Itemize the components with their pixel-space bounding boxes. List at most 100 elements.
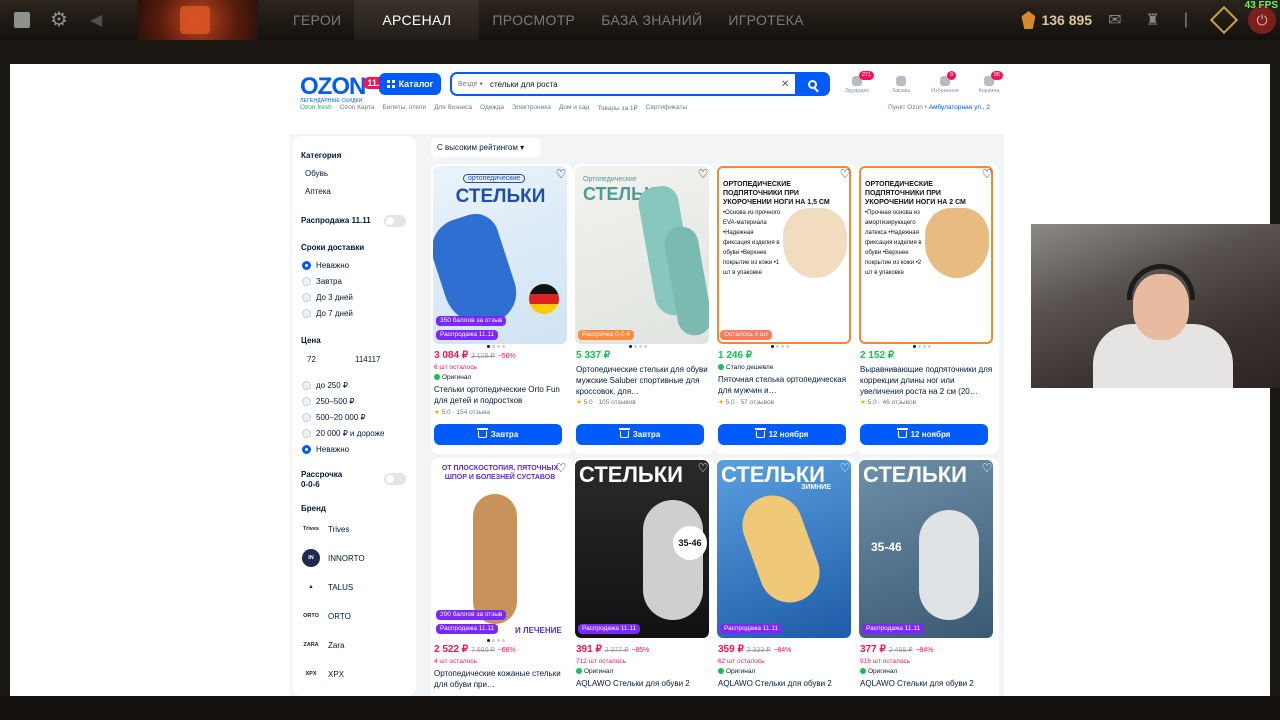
- price-from-input[interactable]: 72: [302, 350, 352, 370]
- cart-action[interactable]: 95 Корзина: [972, 71, 1006, 94]
- product-card[interactable]: СТЕЛЬКИ ЗИМНИЕ ♡ Распродажа 11.11 359 ₽ …: [715, 458, 857, 696]
- product-name[interactable]: AQLAWO Стельки для обуви 2: [718, 678, 852, 689]
- subnav-electronics[interactable]: Электроника: [512, 104, 551, 112]
- nav-watch[interactable]: ПРОСМОТР: [479, 0, 588, 40]
- product-card[interactable]: СТЕЛЬКИ 35-46 ♡ Распродажа 11.11 377 ₽ 2…: [857, 458, 999, 696]
- back-arrow-icon[interactable]: ◀: [90, 10, 102, 30]
- orto-logo: ORTO: [303, 613, 319, 619]
- sale-chip: Распродажа 11.11: [436, 330, 499, 340]
- price-range-2[interactable]: 250–500 ₽: [292, 397, 354, 407]
- clear-icon[interactable]: ✕: [781, 79, 795, 90]
- product-card[interactable]: ОРТОПЕДИЧЕСКИЕ ПОДПЯТОЧНИКИ ПРИ УКОРОЧЕН…: [857, 164, 999, 454]
- installment-toggle[interactable]: [384, 473, 406, 485]
- delivery-7-days[interactable]: До 7 дней: [292, 309, 353, 319]
- subnav-clothes[interactable]: Одежда: [480, 104, 504, 112]
- profile-action[interactable]: 271 Эдуардас: [840, 71, 875, 94]
- gear-icon[interactable]: ⚙: [50, 10, 70, 30]
- product-name[interactable]: AQLAWO Стельки для обуви 2: [860, 678, 994, 689]
- mail-icon[interactable]: ✉: [1108, 10, 1121, 30]
- sort-dropdown[interactable]: С высоким рейтингом ▾: [431, 138, 541, 157]
- price-range-4[interactable]: 20 000 ₽ и дороже: [292, 429, 384, 439]
- search-bar: Везде ▾ ✕: [450, 72, 830, 96]
- add-to-cart-button[interactable]: Завтра: [434, 424, 562, 445]
- price-range-1[interactable]: до 250 ₽: [292, 381, 348, 391]
- subnav-card[interactable]: Ozon Карта: [340, 104, 375, 112]
- check-icon: [434, 374, 440, 380]
- subnav-certificates[interactable]: Сертификаты: [646, 104, 687, 112]
- nav-heroes[interactable]: ГЕРОИ: [280, 0, 354, 40]
- ozon-header: OZON11.11 ЛЕГЕНДАРНЫЕ СКИДКИ Каталог Вез…: [300, 69, 1004, 125]
- brand-orto[interactable]: ORTO ORTO: [302, 607, 351, 625]
- dota-plus-icon[interactable]: [1209, 5, 1239, 35]
- original-tag: Оригинал: [434, 374, 471, 381]
- pickup-point[interactable]: Пункт Ozon • Амбулаторная ул., 2: [888, 104, 990, 111]
- delivery-any[interactable]: Неважно: [292, 261, 349, 271]
- nav-armory[interactable]: АРСЕНАЛ: [354, 0, 480, 40]
- favorite-heart-icon[interactable]: ♡: [839, 462, 851, 474]
- category-pharmacy[interactable]: Аптека: [292, 187, 331, 196]
- product-name[interactable]: Выравнивающие подпяточники для коррекции…: [860, 364, 994, 397]
- subnav-one-ruble[interactable]: Товары за 1₽: [597, 104, 637, 112]
- nav-learn[interactable]: БАЗА ЗНАНИЙ: [588, 0, 715, 40]
- dagger-icon[interactable]: ♜: [1146, 10, 1160, 30]
- favorite-heart-icon[interactable]: ♡: [697, 168, 709, 180]
- brand-talus[interactable]: ▲ TALUS: [302, 578, 353, 596]
- favorite-heart-icon[interactable]: ♡: [981, 168, 993, 180]
- price-to-input[interactable]: 114117: [350, 350, 400, 370]
- brand-xpx[interactable]: XPX XPX: [302, 665, 344, 683]
- product-image[interactable]: ОРТОПЕДИЧЕСКИЕ ПОДПЯТОЧНИКИ ПРИ УКОРОЧЕН…: [859, 166, 993, 344]
- product-name[interactable]: AQLAWO Стельки для обуви 2: [576, 678, 710, 689]
- subnav-tickets[interactable]: Билеты, отели: [383, 104, 427, 112]
- star-icon: ★: [718, 399, 724, 406]
- product-name[interactable]: Ортопедические стельки для обуви мужские…: [576, 364, 710, 397]
- product-name[interactable]: Стельки ортопедические Orto Fun для дете…: [434, 384, 568, 406]
- price-range-any[interactable]: Неважно: [292, 445, 349, 455]
- search-button[interactable]: [795, 73, 829, 95]
- dota-logo-icon[interactable]: [14, 12, 30, 28]
- check-icon: [860, 668, 866, 674]
- product-image[interactable]: СТЕЛЬКИ 35-46: [575, 460, 709, 638]
- brand-zara[interactable]: ZARA Zara: [302, 636, 344, 654]
- favorite-heart-icon[interactable]: ♡: [981, 462, 993, 474]
- product-image[interactable]: СТЕЛЬКИ 35-46: [859, 460, 993, 638]
- product-image[interactable]: СТЕЛЬКИ ЗИМНИЕ: [717, 460, 851, 638]
- favorites-action[interactable]: 9 Избранное: [928, 71, 962, 94]
- orders-action[interactable]: Заказы: [884, 71, 918, 94]
- subnav-business[interactable]: Для бизнеса: [434, 104, 472, 112]
- product-name[interactable]: Пяточная стелька ортопедическая для мужч…: [718, 374, 852, 396]
- search-scope-select[interactable]: Везде ▾: [452, 80, 490, 88]
- add-to-cart-button[interactable]: 12 ноября: [718, 424, 846, 445]
- favorite-heart-icon[interactable]: ♡: [555, 462, 567, 474]
- product-rating: ★ 5.0 · 57 отзывов: [718, 399, 775, 406]
- product-image[interactable]: ОРТОПЕДИЧЕСКИЕ ПОДПЯТОЧНИКИ ПРИ УКОРОЧЕН…: [717, 166, 851, 344]
- sale-toggle[interactable]: [384, 215, 406, 227]
- brand-innorto[interactable]: IN INNORTO: [302, 549, 365, 567]
- favorite-heart-icon[interactable]: ♡: [697, 462, 709, 474]
- game-bottom-strip: [0, 696, 1280, 720]
- product-card[interactable]: СТЕЛЬКИ ортопедические ♡ 350 баллов за о…: [431, 164, 573, 454]
- product-name[interactable]: Ортопедические кожаные стельки для обуви…: [434, 668, 568, 690]
- add-to-cart-button[interactable]: 12 ноября: [860, 424, 988, 445]
- product-card[interactable]: СТЕЛЬКИ 35-46 ♡ Распродажа 11.11 391 ₽ 2…: [573, 458, 715, 696]
- shard-icon: [1021, 11, 1036, 29]
- add-to-cart-button[interactable]: Завтра: [576, 424, 704, 445]
- product-card[interactable]: ОРТОПЕДИЧЕСКИЕ ПОДПЯТОЧНИКИ ПРИ УКОРОЧЕН…: [715, 164, 857, 454]
- delivery-3-days[interactable]: До 3 дней: [292, 293, 353, 303]
- product-card[interactable]: СТЕЛЬКИ Ортопедические ♡ Рассрочка 0-0-6…: [573, 164, 715, 454]
- nav-arcade[interactable]: ИГРОТЕКА: [715, 0, 816, 40]
- delivery-tomorrow[interactable]: Завтра: [292, 277, 342, 287]
- price-range-3[interactable]: 500–20 000 ₽: [292, 413, 366, 423]
- catalog-button[interactable]: Каталог: [379, 73, 441, 95]
- product-card[interactable]: ОТ ПЛОСКОСТОПИЯ, ПЯТОЧНЫХ ШПОР И БОЛЕЗНЕ…: [431, 458, 573, 696]
- headset-icon: [1127, 264, 1195, 300]
- product-image[interactable]: СТЕЛЬКИ Ортопедические: [575, 166, 709, 344]
- category-shoes[interactable]: Обувь: [292, 169, 328, 178]
- favorite-heart-icon[interactable]: ♡: [555, 168, 567, 180]
- category-title: Категория: [301, 151, 342, 160]
- subnav-fresh[interactable]: Ozon fresh: [300, 104, 332, 112]
- subnav-home[interactable]: Дом и сад: [559, 104, 589, 112]
- search-input[interactable]: [490, 79, 781, 89]
- brand-trives[interactable]: Trives Trives: [302, 520, 349, 538]
- favorite-heart-icon[interactable]: ♡: [839, 168, 851, 180]
- product-price: 3 084 ₽ 3 109 ₽ −56%: [434, 350, 516, 361]
